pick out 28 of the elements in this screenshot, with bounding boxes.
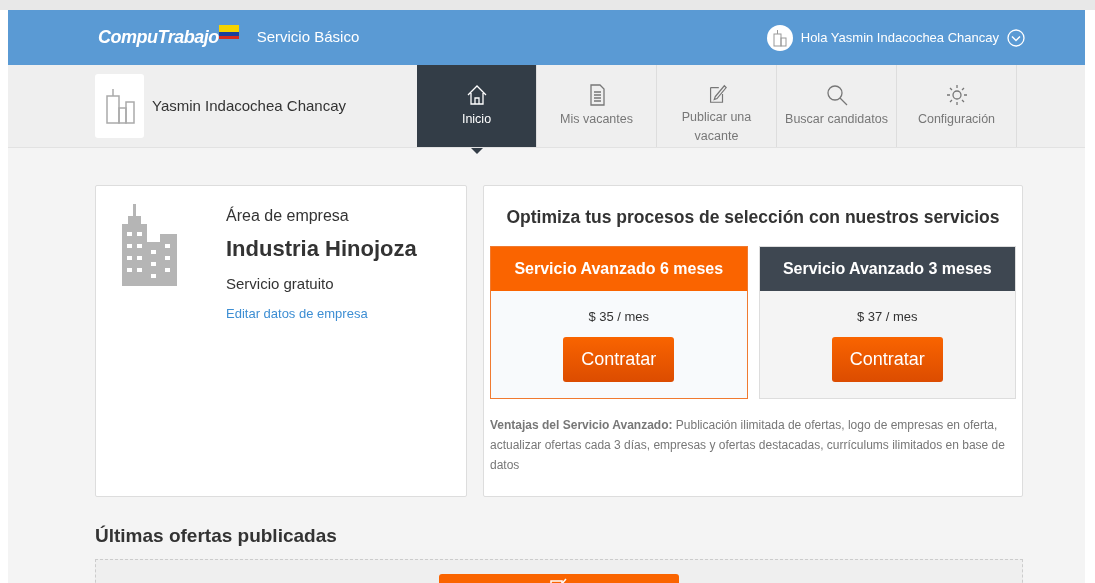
plan-label: Servicio Básico <box>256 27 360 48</box>
edit-company-link[interactable]: Editar datos de empresa <box>226 303 368 323</box>
building-icon <box>120 204 180 286</box>
plan-price: $ 37 / mes <box>855 308 919 327</box>
plan-label: Servicio gratuito <box>226 274 334 294</box>
benefits-text: Ventajas del Servicio Avanzado: Publicación ilimitada de ofertas, logo de empresas en oferta, actualizar ofertas cada 3 días, empresas y ofertas destacadas, currículums ilimitados en base de datos <box>490 417 1006 475</box>
hire-button[interactable]: Contratar <box>563 336 675 382</box>
computrabajo-logo[interactable]: CompuTrabajo <box>98 24 219 51</box>
hire-button[interactable]: Contratar <box>831 336 943 382</box>
avatar-icon[interactable] <box>766 24 793 51</box>
chevron-down-icon[interactable] <box>1007 28 1025 47</box>
company-logo-icon <box>95 74 144 138</box>
section-label: Área de empresa <box>226 205 349 226</box>
nav-tab[interactable]: Publicar una vacante <box>657 65 777 147</box>
section-title: Últimas ofertas publicadas <box>95 524 338 548</box>
nav-tab[interactable]: Mis vacantes <box>537 65 657 147</box>
company-name: Yasmin Indacochea Chancay <box>152 95 346 116</box>
plan-title: Servicio Avanzado 6 meses <box>491 247 747 292</box>
plan-title: Servicio Avanzado 3 meses <box>759 247 1015 292</box>
search-icon <box>824 83 849 107</box>
promo-title: Optimiza tus procesos de selección con nuestros servicios <box>505 206 1001 229</box>
greeting-text[interactable]: Hola Yasmin Indacochea Chancay <box>800 27 999 48</box>
plan-price: $ 35 / mes <box>587 308 651 327</box>
flag-icon <box>218 24 239 39</box>
nav-tab[interactable]: Configuración <box>897 65 1017 147</box>
nav-tab[interactable]: Buscar candidatos <box>777 65 897 147</box>
settings-icon <box>944 83 969 107</box>
company-name: Industria Hinojoza <box>226 235 417 263</box>
